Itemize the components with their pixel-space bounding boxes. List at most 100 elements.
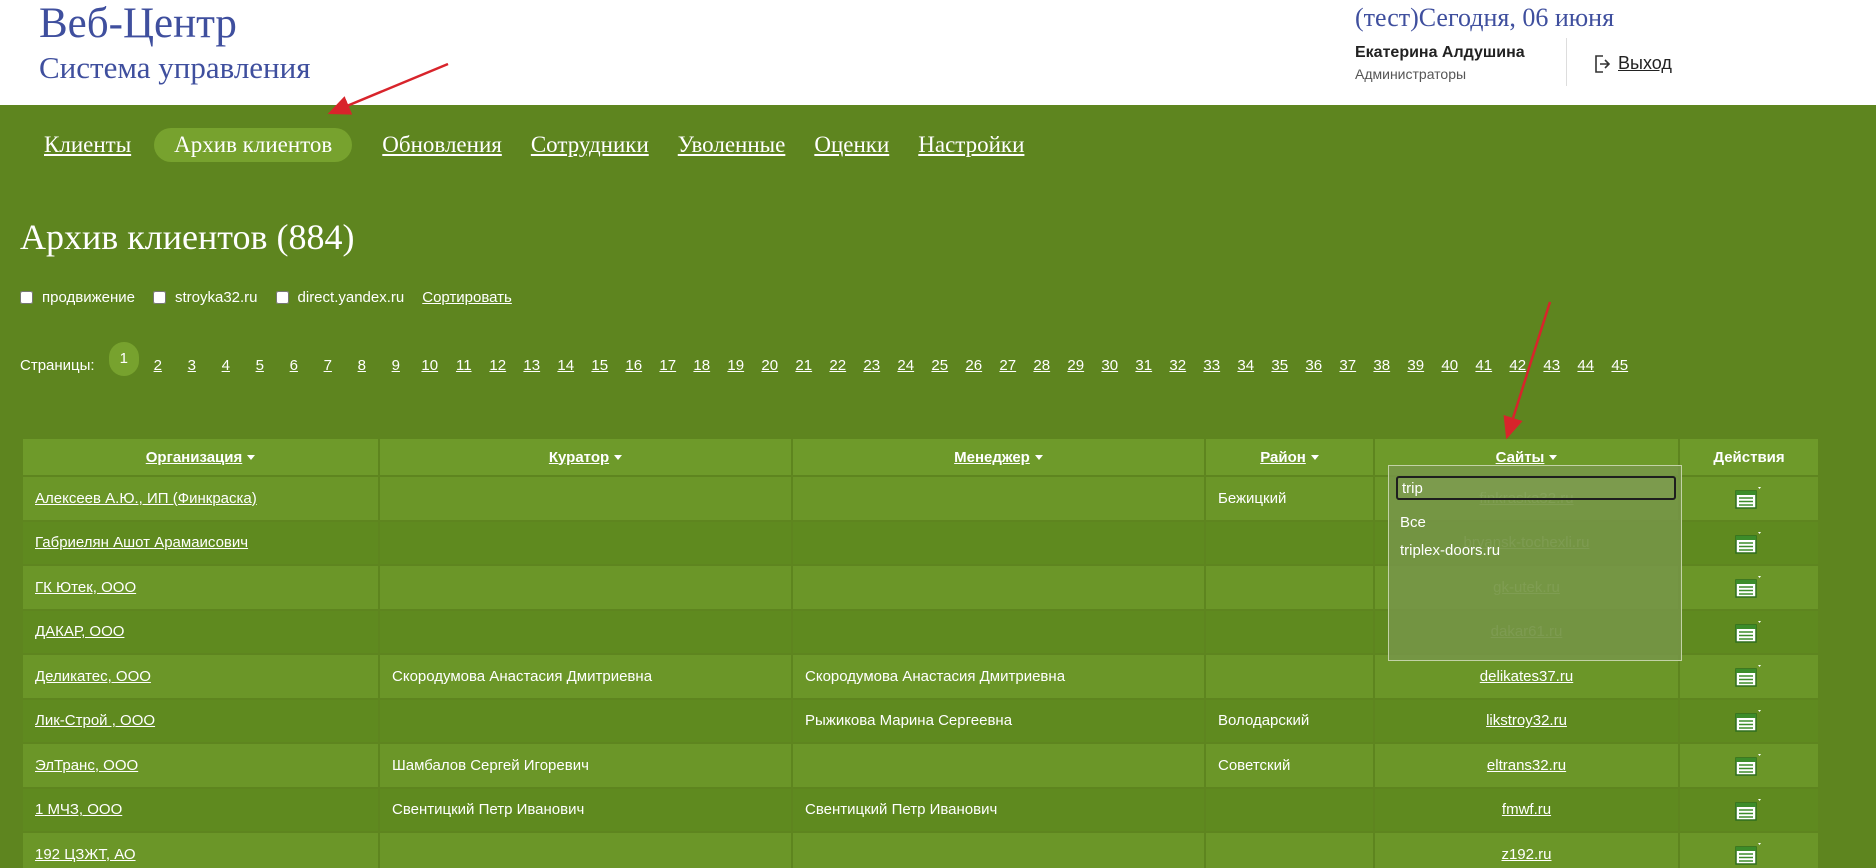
sort-link[interactable]: Сортировать	[422, 289, 512, 306]
actions-menu-icon[interactable]	[1735, 709, 1763, 733]
page-link[interactable]: 9	[387, 356, 405, 376]
logout-link[interactable]: Выход	[1594, 53, 1672, 74]
actions-menu-icon[interactable]	[1735, 753, 1763, 777]
site-filter-option-triplex[interactable]: triplex-doors.ru	[1400, 542, 1500, 559]
page-link[interactable]: 28	[1033, 356, 1051, 376]
nav-settings[interactable]: Настройки	[904, 128, 1038, 162]
actions-menu-icon[interactable]	[1735, 486, 1763, 510]
page-link[interactable]: 10	[421, 356, 439, 376]
page-link[interactable]: 37	[1339, 356, 1357, 376]
page-link[interactable]: 3	[183, 356, 201, 376]
page-link[interactable]: 15	[591, 356, 609, 376]
actions-menu-icon[interactable]	[1735, 531, 1763, 555]
site-link[interactable]: likstroy32.ru	[1486, 712, 1567, 729]
site-link[interactable]: fmwf.ru	[1502, 801, 1551, 818]
page-link[interactable]: 27	[999, 356, 1017, 376]
filter-direct-checkbox[interactable]	[275, 291, 289, 304]
nav-ratings[interactable]: Оценки	[800, 128, 903, 162]
nav-dismissed[interactable]: Уволенные	[664, 128, 800, 162]
col-header-manager[interactable]: Менеджер	[791, 437, 1206, 477]
filter-promotion-checkbox[interactable]	[20, 291, 33, 304]
filters-bar: продвижение stroyka32.ru direct.yandex.r…	[20, 289, 512, 306]
page-link[interactable]: 30	[1101, 356, 1119, 376]
page-link[interactable]: 26	[965, 356, 983, 376]
page-link[interactable]: 20	[761, 356, 779, 376]
filter-promotion[interactable]: продвижение	[20, 289, 135, 306]
nav-clients[interactable]: Клиенты	[30, 128, 145, 162]
organization-link[interactable]: Алексеев А.Ю., ИП (Финкраска)	[35, 490, 257, 507]
page-link[interactable]: 14	[557, 356, 575, 376]
organization-link[interactable]: 1 МЧЗ, ООО	[35, 801, 122, 818]
actions-menu-icon[interactable]	[1735, 798, 1763, 822]
logo-title[interactable]: Веб-Центр	[39, 0, 237, 48]
page-link[interactable]: 32	[1169, 356, 1187, 376]
page-link[interactable]: 22	[829, 356, 847, 376]
nav-archive[interactable]: Архив клиентов	[154, 128, 353, 162]
nav-employees[interactable]: Сотрудники	[517, 128, 663, 162]
site-link[interactable]: delikates37.ru	[1480, 668, 1573, 685]
organization-link[interactable]: 192 ЦЗЖТ, АО	[35, 846, 136, 863]
page-link[interactable]: 45	[1611, 356, 1629, 376]
page-link[interactable]: 42	[1509, 356, 1527, 376]
page-link[interactable]: 38	[1373, 356, 1391, 376]
page-link[interactable]: 7	[319, 356, 337, 376]
organization-link[interactable]: Лик-Строй , ООО	[35, 712, 155, 729]
cell-organization: Деликатес, ООО	[21, 653, 380, 700]
actions-menu-icon[interactable]	[1735, 842, 1763, 866]
pagination: Страницы: 1 2 3 4 5 6 7 8 9 10 11 12 13 14 15 16 17 18 19 2…	[20, 342, 1800, 377]
site-link[interactable]: z192.ru	[1501, 846, 1551, 863]
page-link[interactable]: 44	[1577, 356, 1595, 376]
cell-curator	[378, 831, 793, 868]
page-link[interactable]: 40	[1441, 356, 1459, 376]
page-link[interactable]: 13	[523, 356, 541, 376]
site-link[interactable]: eltrans32.ru	[1487, 757, 1566, 774]
page-link[interactable]: 17	[659, 356, 677, 376]
page-link[interactable]: 21	[795, 356, 813, 376]
page-link[interactable]: 6	[285, 356, 303, 376]
col-header-organization[interactable]: Организация	[21, 437, 380, 477]
site-filter-option-all[interactable]: Все	[1400, 514, 1426, 531]
page-link[interactable]: 11	[455, 356, 473, 376]
cell-manager	[791, 564, 1206, 611]
filter-direct[interactable]: direct.yandex.ru	[275, 289, 404, 306]
page-link[interactable]: 5	[251, 356, 269, 376]
page-link[interactable]: 1	[108, 342, 139, 377]
page-link[interactable]: 41	[1475, 356, 1493, 376]
filter-stroyka-checkbox[interactable]	[152, 291, 166, 304]
page-link[interactable]: 34	[1237, 356, 1255, 376]
nav-updates[interactable]: Обновления	[368, 128, 516, 162]
cell-actions	[1678, 786, 1820, 833]
page-link[interactable]: 23	[863, 356, 881, 376]
actions-menu-icon[interactable]	[1735, 620, 1763, 644]
page-link[interactable]: 4	[217, 356, 235, 376]
page-link[interactable]: 16	[625, 356, 643, 376]
page-link[interactable]: 39	[1407, 356, 1425, 376]
col-header-district[interactable]: Район	[1204, 437, 1375, 477]
page-link[interactable]: 43	[1543, 356, 1561, 376]
page-link[interactable]: 33	[1203, 356, 1221, 376]
organization-link[interactable]: Деликатес, ООО	[35, 668, 151, 685]
organization-link[interactable]: ГК Ютек, ООО	[35, 579, 136, 596]
organization-link[interactable]: ДАКАР, ООО	[35, 623, 124, 640]
organization-link[interactable]: Габриелян Ашот Арамаисович	[35, 534, 248, 551]
chevron-down-icon	[247, 455, 256, 461]
page-link[interactable]: 31	[1135, 356, 1153, 376]
actions-menu-icon[interactable]	[1735, 575, 1763, 599]
page-link[interactable]: 19	[727, 356, 745, 376]
page-link[interactable]: 25	[931, 356, 949, 376]
site-filter-input[interactable]	[1396, 476, 1676, 500]
page-link[interactable]: 2	[149, 356, 167, 376]
page-link[interactable]: 18	[693, 356, 711, 376]
page-link[interactable]: 24	[897, 356, 915, 376]
filter-stroyka[interactable]: stroyka32.ru	[152, 289, 258, 306]
page-link[interactable]: 8	[353, 356, 371, 376]
cell-district	[1204, 608, 1375, 655]
page-link[interactable]: 35	[1271, 356, 1289, 376]
site-filter-popup: Все triplex-doors.ru	[1388, 465, 1682, 661]
page-link[interactable]: 12	[489, 356, 507, 376]
actions-menu-icon[interactable]	[1735, 664, 1763, 688]
page-link[interactable]: 36	[1305, 356, 1323, 376]
page-link[interactable]: 29	[1067, 356, 1085, 376]
col-header-curator[interactable]: Куратор	[378, 437, 793, 477]
organization-link[interactable]: ЭлТранс, ООО	[35, 757, 138, 774]
